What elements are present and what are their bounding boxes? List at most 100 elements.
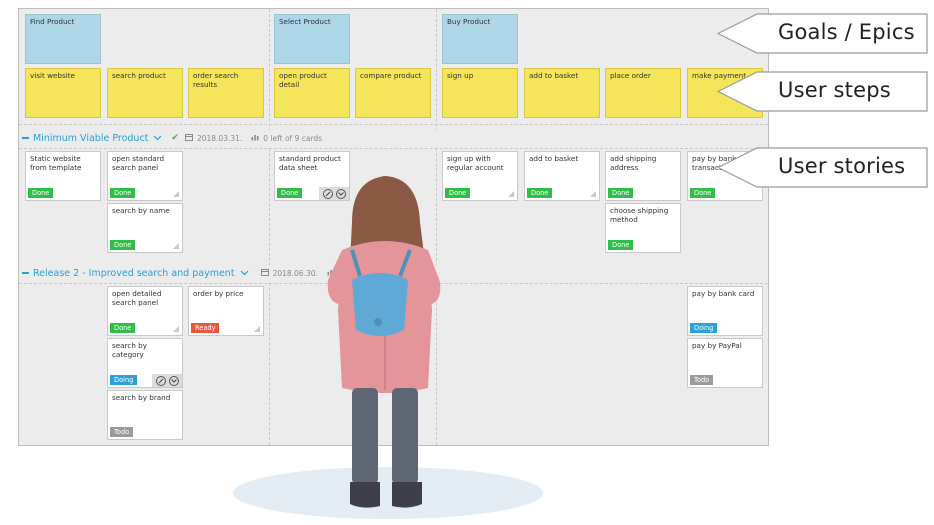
status-badge: Doing [110, 375, 138, 385]
release-header[interactable]: Release 2 - Improved search and payment … [19, 265, 768, 281]
expand-icon[interactable] [590, 191, 596, 197]
story-card[interactable]: pay by bank card Doing [687, 286, 763, 336]
story-card[interactable]: order by price Ready [188, 286, 264, 336]
status-badge: Done [527, 188, 553, 198]
story-card[interactable]: open standard search panel Done [107, 151, 183, 201]
story-card[interactable]: add to basket Done [524, 151, 600, 201]
step-card[interactable]: search product [107, 68, 183, 118]
story-card[interactable]: choose shipping method Done [605, 203, 681, 253]
step-card[interactable]: visit website [25, 68, 101, 118]
callout-label: User steps [778, 78, 891, 102]
callout-stories: User stories [717, 147, 928, 188]
release-header[interactable]: Minimum Viable Product ✔ 2018.03.31. 0 l… [19, 130, 768, 146]
story-text: search by category [112, 341, 147, 359]
collapse-icon[interactable] [22, 137, 29, 139]
story-text: open detailed search panel [112, 289, 162, 307]
step-card[interactable]: place order [605, 68, 681, 118]
status-badge: Done [110, 323, 136, 333]
step-card[interactable]: compare product [355, 68, 431, 118]
story-card[interactable]: search by category Doing [107, 338, 183, 388]
chart-icon [327, 268, 335, 278]
chevron-down-icon[interactable] [240, 268, 249, 279]
status-badge: Doing [690, 323, 718, 333]
status-badge: Done [608, 240, 634, 250]
story-text: search by name [112, 206, 170, 215]
status-badge: Ready [191, 323, 220, 333]
story-card[interactable]: pay by PayPal Todo [687, 338, 763, 388]
step-label: sign up [447, 71, 474, 80]
step-label: place order [610, 71, 651, 80]
step-label: compare product [360, 71, 422, 80]
goal-card[interactable]: Find Product [25, 14, 101, 64]
step-card[interactable]: open product detail [274, 68, 350, 118]
card-actions [319, 187, 349, 200]
release-stat: 5 left o [338, 268, 366, 278]
release-title: Minimum Viable Product [33, 132, 149, 144]
expand-icon[interactable] [173, 243, 179, 249]
story-card[interactable]: search by brand Todo [107, 390, 183, 440]
status-badge: Done [608, 188, 634, 198]
step-label: add to basket [529, 71, 579, 80]
release-date: 2018.06.30. [272, 268, 318, 278]
status-badge: Done [277, 188, 303, 198]
column-divider [436, 9, 437, 445]
story-text: pay by bank card [692, 289, 755, 298]
expand-icon[interactable] [173, 191, 179, 197]
story-card[interactable]: sign up with regular account Done [442, 151, 518, 201]
step-card[interactable]: order search results [188, 68, 264, 118]
expand-icon[interactable] [508, 191, 514, 197]
story-card[interactable]: add shipping address Done [605, 151, 681, 201]
story-text: search by brand [112, 393, 171, 402]
edit-icon[interactable] [322, 188, 333, 199]
calendar-icon [260, 268, 269, 278]
edit-icon[interactable] [155, 375, 166, 386]
story-map-board: Find Product Select Product Buy Product … [18, 8, 769, 446]
story-text: pay by PayPal [692, 341, 742, 350]
story-card[interactable]: open detailed search panel Done [107, 286, 183, 336]
collapse-icon[interactable] [22, 272, 29, 274]
goal-card[interactable]: Buy Product [442, 14, 518, 64]
story-card[interactable]: Static website from template Done [25, 151, 101, 201]
status-badge: Done [28, 188, 54, 198]
row-divider [19, 148, 768, 149]
story-text: choose shipping method [610, 206, 669, 224]
step-label: order search results [193, 71, 239, 89]
column-divider [269, 9, 270, 445]
status-badge: Todo [690, 375, 714, 385]
calendar-icon [184, 133, 193, 143]
chevron-down-icon[interactable] [153, 133, 162, 144]
story-map-screen: Find Product Select Product Buy Product … [0, 0, 934, 525]
story-text: Static website from template [30, 154, 82, 172]
chevron-down-icon[interactable] [335, 188, 346, 199]
status-badge: Done [110, 240, 136, 250]
chart-icon [251, 133, 259, 143]
row-divider [19, 283, 768, 284]
status-badge: Done [110, 188, 136, 198]
chevron-down-icon[interactable] [168, 375, 179, 386]
story-card[interactable]: search by name Done [107, 203, 183, 253]
goal-label: Find Product [30, 17, 75, 26]
floor-shadow [233, 467, 543, 519]
story-text: sign up with regular account [447, 154, 504, 172]
release-date: 2018.03.31. [196, 133, 243, 143]
check-icon: ✔ [171, 133, 179, 143]
callout-steps: User steps [717, 71, 928, 112]
story-text: add to basket [529, 154, 579, 163]
expand-icon[interactable] [254, 326, 260, 332]
step-card[interactable]: sign up [442, 68, 518, 118]
goal-label: Select Product [279, 17, 331, 26]
step-label: search product [112, 71, 166, 80]
story-text: add shipping address [610, 154, 657, 172]
goal-card[interactable]: Select Product [274, 14, 350, 64]
step-label: open product detail [279, 71, 327, 89]
left-shoe [350, 482, 380, 508]
expand-icon[interactable] [173, 326, 179, 332]
step-card[interactable]: add to basket [524, 68, 600, 118]
card-actions [152, 374, 182, 387]
row-divider [19, 124, 768, 125]
callout-goals: Goals / Epics [717, 13, 928, 54]
release-title: Release 2 - Improved search and payment [33, 267, 235, 279]
story-text: standard product data sheet [279, 154, 341, 172]
story-text: order by price [193, 289, 244, 298]
story-card[interactable]: standard product data sheet Done [274, 151, 350, 201]
